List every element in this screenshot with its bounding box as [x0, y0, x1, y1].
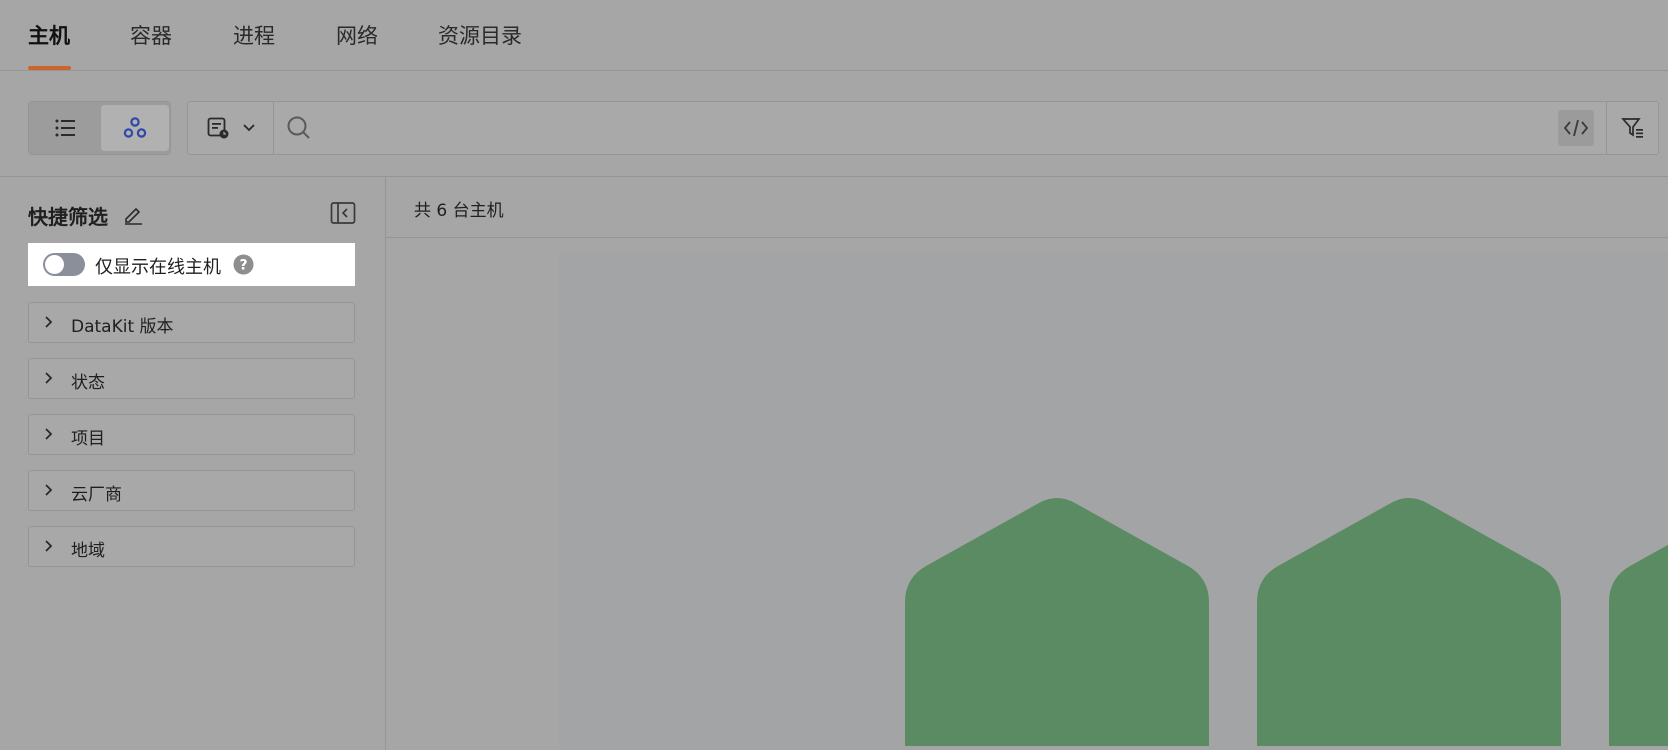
tab-container[interactable]: 容器: [130, 20, 172, 50]
tab-network[interactable]: 网络: [336, 20, 378, 50]
chevron-down-icon: [242, 124, 255, 132]
chevron-right-icon: [45, 316, 53, 328]
chevron-right-icon: [45, 372, 53, 384]
view-mode-switch: [28, 101, 171, 155]
search-bar: [187, 101, 1659, 155]
filter-icon: [1620, 118, 1643, 138]
hexagon-view-button[interactable]: [101, 105, 169, 151]
tab-resource-catalog[interactable]: 资源目录: [438, 20, 522, 50]
help-circle-icon: ?: [233, 254, 254, 275]
toggle-knob: [45, 255, 64, 274]
svg-text:?: ?: [239, 258, 247, 274]
host-hexagon[interactable]: [1609, 498, 1668, 746]
top-tab-bar: 主机 容器 进程 网络 资源目录: [0, 0, 1668, 71]
divider: [386, 237, 1668, 238]
active-tab-indicator: [28, 66, 71, 70]
pencil-icon: [125, 207, 142, 225]
filter-group-status[interactable]: 状态: [28, 358, 355, 399]
main-panel: 共 6 台主机: [386, 177, 1668, 750]
host-hexagon-map: [559, 252, 1668, 750]
edit-quick-filter-button[interactable]: [122, 203, 144, 229]
online-only-toggle[interactable]: [43, 253, 85, 276]
tab-process[interactable]: 进程: [233, 20, 275, 50]
tab-host[interactable]: 主机: [28, 20, 70, 50]
filter-group-label: 状态: [71, 373, 105, 393]
sidebar-title: 快捷筛选: [28, 205, 108, 229]
code-icon: [1563, 119, 1589, 137]
filter-group-cloud-provider[interactable]: 云厂商: [28, 470, 355, 511]
host-hexagon[interactable]: [1257, 498, 1561, 746]
help-button[interactable]: ?: [233, 254, 254, 279]
chevron-right-icon: [45, 428, 53, 440]
quick-filter-sidebar: 快捷筛选 仅显示在线主机 ? DataKit 版本 状态 项目 云厂商 地域: [0, 177, 386, 750]
chevron-right-icon: [45, 540, 53, 552]
filter-group-datakit-version[interactable]: DataKit 版本: [28, 302, 355, 343]
host-hexagon[interactable]: [905, 498, 1209, 746]
sidebar-collapse-icon: [330, 202, 356, 224]
hexagon-cluster-icon: [123, 117, 147, 138]
filter-group-label: DataKit 版本: [71, 317, 174, 337]
toolbar: [0, 71, 1668, 177]
query-doc-icon: [207, 117, 228, 139]
list-icon: [55, 119, 75, 137]
online-only-label: 仅显示在线主机: [95, 257, 221, 278]
query-type-dropdown[interactable]: [188, 102, 274, 154]
list-view-button[interactable]: [32, 105, 100, 151]
filter-group-region[interactable]: 地域: [28, 526, 355, 567]
advanced-filter-button[interactable]: [1606, 102, 1658, 154]
filter-group-label: 项目: [71, 429, 105, 449]
search-icon-container: [286, 115, 312, 145]
hexagon-map-svg: [905, 498, 1668, 746]
filter-group-label: 云厂商: [71, 485, 122, 505]
code-mode-button[interactable]: [1558, 110, 1594, 146]
chevron-right-icon: [45, 484, 53, 496]
filter-group-project[interactable]: 项目: [28, 414, 355, 455]
host-count: 共 6 台主机: [414, 201, 504, 221]
collapse-sidebar-button[interactable]: [330, 201, 356, 229]
online-only-row: 仅显示在线主机 ?: [28, 243, 355, 286]
search-icon: [287, 116, 310, 139]
search-input[interactable]: [318, 110, 1518, 146]
filter-group-label: 地域: [71, 541, 105, 561]
